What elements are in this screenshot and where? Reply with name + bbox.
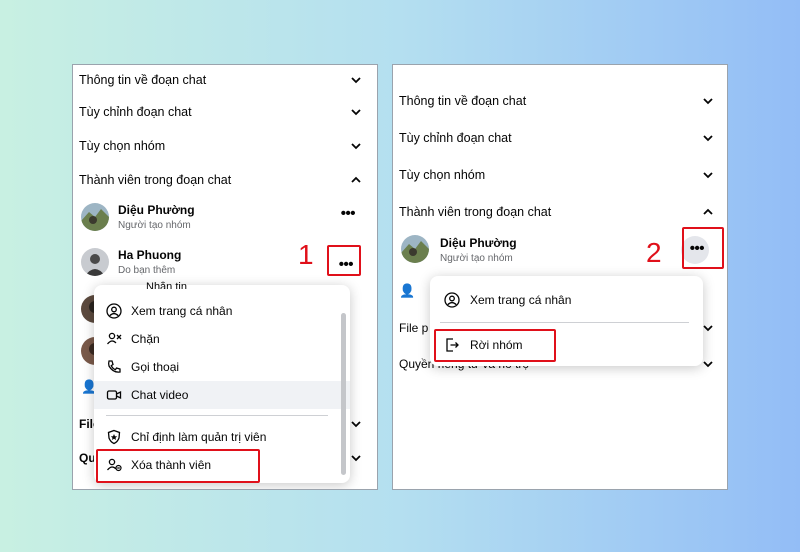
menu-item-make-admin[interactable]: Chỉ định làm quản trị viên: [94, 423, 350, 451]
menu-divider: [440, 322, 689, 323]
add-people-icon[interactable]: 👤: [399, 283, 415, 299]
block-user-icon: [106, 331, 122, 347]
menu-item-video-chat[interactable]: Chat video: [94, 381, 350, 409]
profile-icon: [444, 292, 460, 308]
highlight-box: [96, 449, 260, 483]
section-group-options[interactable]: Tùy chọn nhóm: [73, 131, 377, 161]
section-group-options[interactable]: Tùy chọn nhóm: [393, 160, 727, 190]
avatar: [81, 203, 109, 231]
menu-item-label: Xem trang cá nhân: [131, 304, 233, 318]
more-options-icon[interactable]: •••: [341, 205, 356, 222]
member-name: Diệu Phường: [440, 236, 517, 250]
chevron-down-icon: [349, 105, 363, 119]
chevron-down-icon: [349, 417, 363, 431]
chevron-up-icon: [701, 205, 715, 219]
chevron-down-icon: [701, 168, 715, 182]
menu-item-block[interactable]: Chặn: [94, 325, 350, 353]
profile-icon: [106, 303, 122, 319]
highlight-box: [682, 227, 724, 269]
video-camera-icon: [106, 387, 122, 403]
highlight-box: [434, 329, 556, 362]
step-number: 1: [298, 239, 314, 270]
member-role: Người tạo nhóm: [118, 220, 191, 231]
avatar: [401, 235, 429, 263]
section-label: Tùy chọn nhóm: [79, 139, 166, 153]
section-label: Tùy chỉnh đoạn chat: [399, 131, 512, 145]
menu-scrollbar[interactable]: [341, 313, 346, 475]
section-chat-members[interactable]: Thành viên trong đoạn chat: [393, 197, 727, 227]
section-customize-chat[interactable]: Tùy chỉnh đoạn chat: [73, 97, 377, 127]
menu-item-view-profile[interactable]: Xem trang cá nhân: [94, 297, 350, 325]
chevron-down-icon: [701, 321, 715, 335]
menu-item-label: Chỉ định làm quản trị viên: [131, 430, 267, 444]
section-chat-members[interactable]: Thành viên trong đoạn chat: [73, 165, 377, 195]
section-chat-info[interactable]: Thông tin về đoạn chat: [393, 86, 727, 116]
section-label: Thông tin về đoạn chat: [79, 73, 207, 87]
menu-item-label: Xem trang cá nhân: [470, 293, 572, 307]
menu-item-label: Gọi thoại: [131, 360, 180, 374]
menu-item-message-cut[interactable]: Nhắn tin: [146, 281, 187, 289]
highlight-box: [327, 245, 361, 276]
section-label: Thành viên trong đoạn chat: [79, 173, 232, 187]
chevron-down-icon: [701, 94, 715, 108]
chevron-down-icon: [349, 73, 363, 87]
section-label: Thành viên trong đoạn chat: [399, 205, 552, 219]
menu-item-view-profile[interactable]: Xem trang cá nhân: [430, 286, 703, 314]
section-label: Tùy chọn nhóm: [399, 168, 486, 182]
right-chat-settings-panel: Thông tin về đoạn chat Tùy chỉnh đoạn ch…: [392, 64, 728, 490]
member-role: Người tạo nhóm: [440, 253, 513, 264]
section-chat-info[interactable]: Thông tin về đoạn chat: [73, 65, 377, 95]
member-row[interactable]: Diệu Phường Người tạo nhóm •••: [73, 201, 377, 241]
section-label: Thông tin về đoạn chat: [399, 94, 527, 108]
member-name: Diệu Phường: [118, 203, 195, 217]
chevron-down-icon: [701, 357, 715, 371]
avatar: [81, 248, 109, 276]
section-customize-chat[interactable]: Tùy chỉnh đoạn chat: [393, 123, 727, 153]
member-role: Do bạn thêm: [118, 265, 176, 276]
chevron-down-icon: [701, 131, 715, 145]
section-label: Tùy chỉnh đoạn chat: [79, 105, 192, 119]
left-chat-settings-panel: Thông tin về đoạn chat Tùy chỉnh đoạn ch…: [72, 64, 378, 490]
chevron-down-icon: [349, 451, 363, 465]
menu-item-voice-call[interactable]: Gọi thoại: [94, 353, 350, 381]
chevron-down-icon: [349, 139, 363, 153]
menu-item-label: Chat video: [131, 388, 189, 402]
chevron-up-icon: [349, 173, 363, 187]
phone-icon: [106, 359, 122, 375]
step-number: 2: [646, 237, 662, 268]
menu-divider: [106, 415, 328, 416]
member-name: Ha Phuong: [118, 248, 182, 262]
menu-item-label: Chặn: [131, 332, 160, 346]
member-row[interactable]: Diệu Phường Người tạo nhóm •••: [393, 233, 727, 273]
section-files-partial: File p: [399, 321, 429, 335]
admin-shield-icon: [106, 429, 122, 445]
